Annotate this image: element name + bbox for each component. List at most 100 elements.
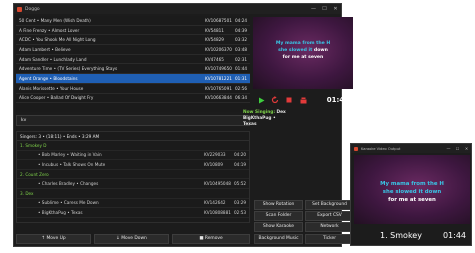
output-lyric-line-2: she slowed it down (354, 189, 470, 195)
move-down-button[interactable]: ↓ Move Down (94, 234, 169, 244)
now-singing: Now Singing: Dex BigKthaPug • Texas (243, 110, 338, 128)
lyric-line-2-sung: she slowed it (278, 48, 314, 53)
song-row[interactable]: 50 Cent • Many Men (Wish Death) KV1068750… (16, 16, 250, 26)
queue-song-row[interactable]: • Bob Marley • Waiting in Vain KV229033 04… (17, 151, 249, 161)
song-length: 03:32 (235, 37, 248, 43)
now-singing-singer: Dex (276, 110, 286, 115)
song-length: 04:24 (235, 17, 248, 23)
song-code: KV10781221 (205, 75, 232, 81)
output-time: 01:44 (442, 230, 466, 240)
network-button[interactable]: Network (305, 222, 354, 232)
song-row[interactable]: Adam Lambert • Believe KV10206370 03:48 (16, 45, 250, 55)
song-row[interactable]: Agent Orange • Bloodstains KV10781221 01:3… (16, 74, 250, 84)
queue-header: Singers: 3 • (18:11) • Ends • 3:29 AM (17, 132, 249, 141)
restart-icon[interactable] (269, 94, 281, 106)
output-lyric-line-1: My mama from the H (380, 181, 444, 187)
app-icon (354, 146, 358, 151)
queue-singer-row[interactable]: 2. Count Zero (17, 170, 249, 180)
song-title: Agent Orange • Bloodstains (19, 75, 78, 81)
set-background-button[interactable]: Set Background (305, 200, 354, 210)
queue-singer-row[interactable]: 1. Smokey D (17, 141, 249, 151)
song-row[interactable]: Adam Sandler • Lunchlady Land KV47465 02:3… (16, 55, 250, 65)
queue-song-length: 04:19 (234, 161, 247, 167)
move-up-button[interactable]: ↑ Move Up (16, 234, 91, 244)
queue-song-row[interactable]: • Charles Bradley • Changes KV10495048 05:… (17, 179, 249, 189)
song-code: KV10749650 (205, 66, 232, 72)
video-window-title: Karaoke Video Output (361, 146, 401, 151)
song-title: Alanis Morissette • Your House (19, 85, 84, 91)
search-input[interactable]: kv (16, 115, 250, 126)
song-length: 01:44 (235, 66, 248, 72)
queue-singer-name: 3. Dex (20, 190, 34, 196)
window-title: Doggo (25, 6, 40, 12)
title-bar: Doggo — ☐ ✕ (14, 4, 341, 14)
maximize-icon[interactable]: ☐ (319, 4, 330, 14)
output-lyric-line-3: for me at seven (388, 197, 436, 203)
song-row[interactable]: A Fine Frenzy • Almost Lover KV54811 04:39 (16, 26, 250, 36)
queue-song-length: 04:20 (234, 152, 247, 158)
song-length: 02:31 (235, 56, 248, 62)
queue-song-title: • Incubus • Talk Shows On Mute (38, 161, 106, 167)
lyric-line-2-unsung: down (313, 48, 328, 53)
queue-song-title: • Bob Marley • Waiting in Vain (38, 152, 102, 158)
song-code: KV10663844 (205, 95, 232, 101)
maximize-icon[interactable]: ☐ (453, 144, 462, 153)
video-preview: My mama from the H she slowed it down fo… (253, 17, 353, 89)
queue-song-row[interactable]: • Incubus • Talk Shows On Mute KV10809 04:… (17, 160, 249, 170)
queue-song-length: 02:53 (234, 209, 247, 215)
song-title: Alice Cooper • Ballad Of Dwight Fry (19, 95, 94, 101)
ticker-button[interactable]: Ticker (305, 234, 354, 244)
remove-button[interactable]: ■ Remove (172, 234, 250, 244)
video-title-bar: Karaoke Video Output — ☐ ✕ (351, 144, 471, 153)
song-row[interactable]: ACDC • You Shook Me All Night Long KV5482… (16, 35, 250, 46)
close-icon[interactable]: ✕ (330, 4, 341, 14)
song-code: KV10206370 (205, 46, 232, 52)
lyric-line-3: for me at seven (282, 55, 324, 60)
song-length: 03:48 (235, 46, 248, 52)
lyric-line-1: My mama from the H (275, 41, 331, 46)
export-csv-button[interactable]: Export CSV (305, 211, 354, 221)
minimize-icon[interactable]: — (444, 144, 453, 153)
lyric-line-2: she slowed it down (253, 48, 353, 53)
song-code: KV47465 (205, 56, 224, 62)
queue-song-code: KV10808881 (204, 209, 231, 215)
song-list[interactable]: 50 Cent • Many Men (Wish Death) KV1068750… (16, 16, 250, 112)
background-music-button[interactable]: Background Music (254, 234, 303, 244)
song-row[interactable]: Adventure Time • (TV Series) Everything … (16, 64, 250, 75)
singer-queue[interactable]: Singers: 3 • (18:11) • Ends • 3:29 AM 1.… (16, 131, 250, 223)
stop-icon[interactable] (283, 94, 295, 106)
queue-singer-name: 2. Count Zero (20, 171, 49, 177)
song-row[interactable]: Alice Cooper • Ballad Of Dwight Fry KV106… (16, 94, 250, 104)
transport-bar: 01:44 (253, 91, 353, 109)
scan-folder-button[interactable]: Scan Folder (254, 211, 303, 221)
show-rotation-button[interactable]: Show Rotation (254, 200, 303, 210)
video-output-window: Karaoke Video Output — ☐ ✕ My mama from … (350, 143, 472, 246)
minimize-icon[interactable]: — (308, 4, 319, 14)
pause-icon[interactable] (297, 94, 309, 106)
song-length: 04:39 (235, 27, 248, 33)
song-length: 02:56 (235, 85, 248, 91)
queue-song-code: KV10809 (204, 161, 223, 167)
queue-singer-name: 1. Smokey D (20, 142, 47, 148)
queue-song-code: KV142642 (204, 200, 226, 206)
song-code: KV10765091 (205, 85, 232, 91)
queue-singer-row[interactable]: 3. Dex (17, 189, 249, 199)
play-icon[interactable] (255, 94, 267, 106)
close-icon[interactable]: ✕ (462, 144, 471, 153)
song-title: A Fine Frenzy • Almost Lover (19, 27, 80, 33)
song-code: KV54829 (205, 37, 224, 43)
song-title: Adam Lambert • Believe (19, 46, 71, 52)
video-output: My mama from the H she slowed it down fo… (354, 155, 470, 224)
song-title: Adam Sandler • Lunchlady Land (19, 56, 87, 62)
queue-song-row[interactable]: • BigKthaPug • Texas KV10808881 02:53 (17, 208, 249, 218)
now-singing-song-line2: Texas (243, 122, 257, 127)
show-karaoke-button[interactable]: Show Karaoke (254, 222, 303, 232)
song-code: KV10687501 (205, 17, 232, 23)
song-title: ACDC • You Shook Me All Night Long (19, 37, 96, 43)
video-status-bar: 1. Smokey 01:44 (354, 226, 470, 244)
song-length: 01:31 (235, 75, 248, 81)
queue-song-length: 05:52 (234, 181, 247, 187)
queue-song-row[interactable]: • Sublime • Caress Me Down KV142642 03:29 (17, 199, 249, 209)
now-singing-label: Now Singing: (243, 110, 277, 115)
song-row[interactable]: Alanis Morissette • Your House KV10765091… (16, 84, 250, 94)
